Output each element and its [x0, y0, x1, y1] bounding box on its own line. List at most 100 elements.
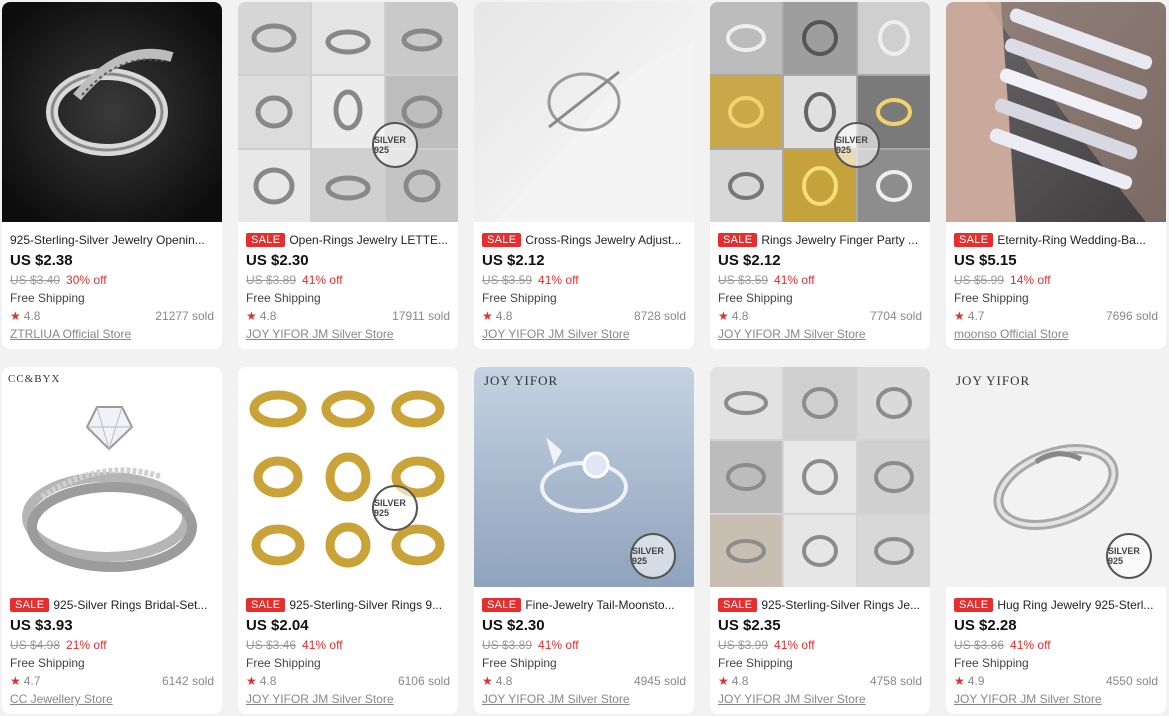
discount-label: 41% off — [302, 638, 343, 652]
silver-925-stamp: SILVER 925 — [834, 122, 880, 168]
original-price: US $3.89 — [246, 273, 297, 287]
discount-label: 30% off — [66, 273, 107, 287]
sold-count: 6142 sold — [161, 674, 214, 688]
silver-925-stamp: SILVER 925 — [630, 533, 676, 579]
sale-badge: SALE — [954, 598, 994, 612]
shipping-label: Free Shipping — [482, 291, 557, 305]
discount-label: 14% off — [1010, 273, 1051, 287]
silver-925-stamp: SILVER 925 — [1106, 533, 1152, 579]
product-price: US $2.30 — [482, 617, 545, 634]
original-price: US $3.59 — [482, 273, 533, 287]
rating-value: 4.8 — [259, 674, 277, 688]
star-icon: ★ — [246, 674, 257, 688]
sold-count: 7696 sold — [1105, 309, 1158, 323]
store-link[interactable]: JOY YIFOR JM Silver Store — [246, 325, 450, 343]
store-link[interactable]: JOY YIFOR JM Silver Store — [482, 325, 686, 343]
star-icon: ★ — [954, 674, 965, 688]
star-icon: ★ — [718, 674, 729, 688]
sold-count: 4550 sold — [1105, 674, 1158, 688]
product-price: US $2.12 — [718, 252, 781, 269]
store-link[interactable]: JOY YIFOR JM Silver Store — [482, 690, 686, 708]
sale-badge: SALE — [10, 598, 50, 612]
product-image[interactable]: SILVER 925 — [238, 367, 458, 587]
product-title[interactable]: Fine-Jewelry Tail-Moonsto... — [525, 596, 674, 614]
store-link[interactable]: moonso Official Store — [954, 325, 1158, 343]
product-card[interactable]: SALE Eternity-Ring Wedding-Ba... US $5.15… — [946, 2, 1166, 349]
original-price: US $3.46 — [246, 638, 297, 652]
silver-925-stamp: SILVER 925 — [372, 485, 418, 531]
sale-badge: SALE — [718, 598, 758, 612]
product-title[interactable]: 925-Silver Rings Bridal-Set... — [53, 596, 207, 614]
product-card[interactable]: SALE 925-Sterling-Silver Rings Je... US $… — [710, 367, 930, 714]
product-title[interactable]: Eternity-Ring Wedding-Ba... — [997, 231, 1146, 249]
discount-label: 41% off — [302, 273, 343, 287]
product-title[interactable]: Cross-Rings Jewelry Adjust... — [525, 231, 681, 249]
product-price: US $2.38 — [10, 252, 73, 269]
rating-value: 4.8 — [731, 674, 749, 688]
store-link[interactable]: JOY YIFOR JM Silver Store — [246, 690, 450, 708]
star-icon: ★ — [10, 674, 21, 688]
product-card[interactable]: JOY YIFOR SILVER 925 SALE Hug Ring Jewelr… — [946, 367, 1166, 714]
shipping-label: Free Shipping — [10, 656, 85, 670]
product-title[interactable]: Open-Rings Jewelry LETTE... — [289, 231, 448, 249]
product-image[interactable]: CC&BYX — [2, 367, 222, 587]
sold-count: 8728 sold — [633, 309, 686, 323]
product-price: US $2.28 — [954, 617, 1017, 634]
shipping-label: Free Shipping — [10, 291, 85, 305]
product-price: US $5.15 — [954, 252, 1017, 269]
original-price: US $3.99 — [718, 638, 769, 652]
sold-count: 17911 sold — [392, 309, 450, 323]
product-card[interactable]: SILVER 925 SALE Rings Jewelry Finger Part… — [710, 2, 930, 349]
product-title[interactable]: 925-Sterling-Silver Rings 9... — [289, 596, 442, 614]
product-title[interactable]: Rings Jewelry Finger Party ... — [761, 231, 918, 249]
brand-logo-joy: JOY YIFOR — [956, 373, 1031, 388]
sale-badge: SALE — [246, 598, 286, 612]
product-title[interactable]: 925-Sterling-Silver Jewelry Openin... — [10, 231, 205, 249]
product-card[interactable]: SILVER 925 SALE 925-Sterling-Silver Rings… — [238, 367, 458, 714]
product-title[interactable]: Hug Ring Jewelry 925-Sterl... — [997, 596, 1153, 614]
discount-label: 41% off — [774, 638, 815, 652]
original-price: US $4.98 — [10, 638, 61, 652]
store-link[interactable]: JOY YIFOR JM Silver Store — [954, 690, 1158, 708]
sold-count: 4758 sold — [869, 674, 922, 688]
product-image[interactable] — [710, 367, 930, 587]
sold-count: 7704 sold — [869, 309, 922, 323]
discount-label: 21% off — [66, 638, 107, 652]
store-link[interactable]: ZTRLIUA Official Store — [10, 325, 214, 343]
product-card[interactable]: SALE Cross-Rings Jewelry Adjust... US $2.… — [474, 2, 694, 349]
rating-value: 4.8 — [495, 674, 513, 688]
product-price: US $2.35 — [718, 617, 781, 634]
rating-value: 4.8 — [259, 309, 277, 323]
rating-value: 4.7 — [23, 674, 41, 688]
rating-value: 4.7 — [967, 309, 985, 323]
store-link[interactable]: JOY YIFOR JM Silver Store — [718, 325, 922, 343]
brand-logo-cc: CC&BYX — [8, 373, 61, 385]
discount-label: 41% off — [774, 273, 815, 287]
product-image[interactable]: SILVER 925 — [238, 2, 458, 222]
product-image[interactable] — [2, 2, 222, 222]
product-price: US $2.04 — [246, 617, 309, 634]
product-card[interactable]: CC&BYX SALE 925-Silver Rings Bridal-Set..… — [2, 367, 222, 714]
original-price: US $3.89 — [482, 638, 533, 652]
star-icon: ★ — [718, 309, 729, 323]
shipping-label: Free Shipping — [246, 291, 321, 305]
product-image[interactable]: JOY YIFOR SILVER 925 — [946, 367, 1166, 587]
product-price: US $2.12 — [482, 252, 545, 269]
product-card[interactable]: 925-Sterling-Silver Jewelry Openin... US… — [2, 2, 222, 349]
product-image[interactable]: JOY YIFOR SILVER 925 — [474, 367, 694, 587]
original-price: US $5.99 — [954, 273, 1005, 287]
product-image[interactable] — [474, 2, 694, 222]
product-price: US $2.30 — [246, 252, 309, 269]
sold-count: 6106 sold — [397, 674, 450, 688]
store-link[interactable]: CC Jewellery Store — [10, 690, 214, 708]
product-card[interactable]: SILVER 925 SALE Open-Rings Jewelry LETTE.… — [238, 2, 458, 349]
product-image[interactable] — [946, 2, 1166, 222]
shipping-label: Free Shipping — [718, 656, 793, 670]
store-link[interactable]: JOY YIFOR JM Silver Store — [718, 690, 922, 708]
silver-925-stamp: SILVER 925 — [372, 122, 418, 168]
product-image[interactable]: SILVER 925 — [710, 2, 930, 222]
product-card[interactable]: JOY YIFOR SILVER 925 SALE Fine-Jewelry Ta… — [474, 367, 694, 714]
product-title[interactable]: 925-Sterling-Silver Rings Je... — [761, 596, 920, 614]
sale-badge: SALE — [482, 233, 522, 247]
discount-label: 41% off — [538, 638, 579, 652]
